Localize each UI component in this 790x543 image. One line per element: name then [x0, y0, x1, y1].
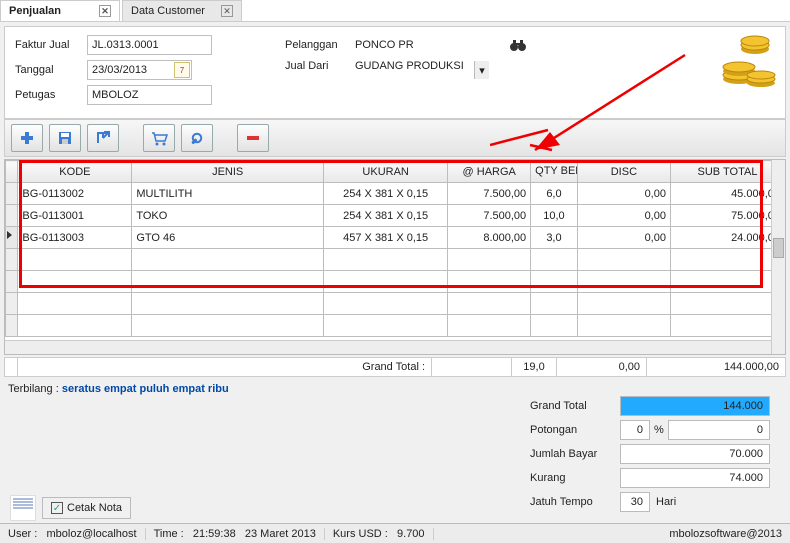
- col-qty[interactable]: QTY BELI: [531, 161, 578, 183]
- jualdari-label: Jual Dari: [285, 60, 355, 72]
- summary-jt-label: Jatuh Tempo: [530, 496, 620, 508]
- table-row[interactable]: BG-0113001 TOKO 254 X 381 X 0,15 7.500,0…: [6, 205, 785, 227]
- petugas-input[interactable]: MBOLOZ: [87, 85, 212, 105]
- potongan-pct-input[interactable]: 0: [620, 420, 650, 440]
- toolbar: [4, 119, 786, 157]
- status-user: mboloz@localhost: [47, 528, 137, 540]
- grand-total-disc: 0,00: [557, 358, 647, 376]
- terbilang-label: Terbilang :: [8, 383, 59, 395]
- summary-bayar-label: Jumlah Bayar: [530, 448, 620, 460]
- add-button[interactable]: [11, 124, 43, 152]
- scrollbar-horizontal[interactable]: [5, 340, 771, 354]
- table-row[interactable]: [6, 315, 785, 337]
- row-pointer-icon: [7, 231, 12, 239]
- tanggal-input[interactable]: 23/03/2013 7: [87, 60, 192, 80]
- cetak-nota-checkbox[interactable]: ✓ Cetak Nota: [42, 497, 131, 519]
- faktur-label: Faktur Jual: [15, 39, 87, 51]
- status-app: mbolozsoftware@2013: [661, 528, 790, 540]
- col-harga[interactable]: @ HARGA: [448, 161, 531, 183]
- cart-button[interactable]: [143, 124, 175, 152]
- table-row[interactable]: [6, 249, 785, 271]
- jt-input[interactable]: 30: [620, 492, 650, 512]
- status-bar: User : mboloz@localhost Time : 21:59:38 …: [0, 523, 790, 543]
- jualdari-select[interactable]: GUDANG PRODUKSI ▾: [355, 60, 490, 72]
- status-kurs: 9.700: [397, 528, 425, 540]
- faktur-input[interactable]: JL.0313.0001: [87, 35, 212, 55]
- status-time: 21:59:38: [193, 528, 236, 540]
- tanggal-label: Tanggal: [15, 64, 87, 76]
- tab-label: Data Customer: [131, 5, 205, 17]
- kurang-value: 74.000: [620, 468, 770, 488]
- col-jenis[interactable]: JENIS: [132, 161, 324, 183]
- col-kode[interactable]: KODE: [18, 161, 132, 183]
- col-disc[interactable]: DISC: [577, 161, 670, 183]
- potongan-value: 0: [668, 420, 770, 440]
- binoculars-icon[interactable]: [508, 35, 528, 55]
- petugas-label: Petugas: [15, 89, 87, 101]
- scrollbar-vertical[interactable]: [771, 160, 785, 354]
- pelanggan-input[interactable]: PONCO PR: [355, 39, 490, 51]
- table-row[interactable]: BG-0113003 GTO 46 457 X 381 X 0,15 8.000…: [6, 227, 785, 249]
- delete-button[interactable]: [237, 124, 269, 152]
- col-sub[interactable]: SUB TOTAL: [670, 161, 784, 183]
- checkmark-icon: ✓: [51, 502, 63, 514]
- tab-penjualan[interactable]: Penjualan ✕: [0, 0, 120, 21]
- terbilang-value: seratus empat puluh empat ribu: [62, 383, 229, 395]
- close-icon[interactable]: ✕: [99, 5, 111, 17]
- table-header-row: KODE JENIS UKURAN @ HARGA QTY BELI DISC …: [6, 161, 785, 183]
- grand-total-label: Grand Total :: [18, 358, 432, 376]
- bayar-input[interactable]: 70.000: [620, 444, 770, 464]
- grand-total-qty: 19,0: [512, 358, 557, 376]
- note-icon: [10, 495, 36, 521]
- col-ukuran[interactable]: UKURAN: [324, 161, 448, 183]
- save-button[interactable]: [49, 124, 81, 152]
- settings-button[interactable]: [181, 124, 213, 152]
- pelanggan-label: Pelanggan: [285, 39, 355, 51]
- tab-label: Penjualan: [9, 5, 61, 17]
- summary-grand-label: Grand Total: [530, 400, 620, 412]
- grand-total-row: Grand Total : 19,0 0,00 144.000,00: [4, 357, 786, 377]
- close-icon[interactable]: ✕: [221, 5, 233, 17]
- status-date: 23 Maret 2013: [245, 528, 316, 540]
- export-button[interactable]: [87, 124, 119, 152]
- summary-kurang-label: Kurang: [530, 472, 620, 484]
- table-row[interactable]: BG-0113002 MULTILITH 254 X 381 X 0,15 7.…: [6, 183, 785, 205]
- calendar-icon[interactable]: 7: [174, 62, 190, 78]
- table-row[interactable]: [6, 293, 785, 315]
- table-row[interactable]: [6, 271, 785, 293]
- tab-data-customer[interactable]: Data Customer ✕: [122, 0, 242, 21]
- coins-icon: [717, 31, 777, 91]
- data-grid[interactable]: KODE JENIS UKURAN @ HARGA QTY BELI DISC …: [5, 160, 785, 337]
- chevron-down-icon[interactable]: ▾: [474, 61, 489, 79]
- grand-total-sub: 144.000,00: [647, 358, 785, 376]
- summary-potongan-label: Potongan: [530, 424, 620, 436]
- summary-grand-value: 144.000: [620, 396, 770, 416]
